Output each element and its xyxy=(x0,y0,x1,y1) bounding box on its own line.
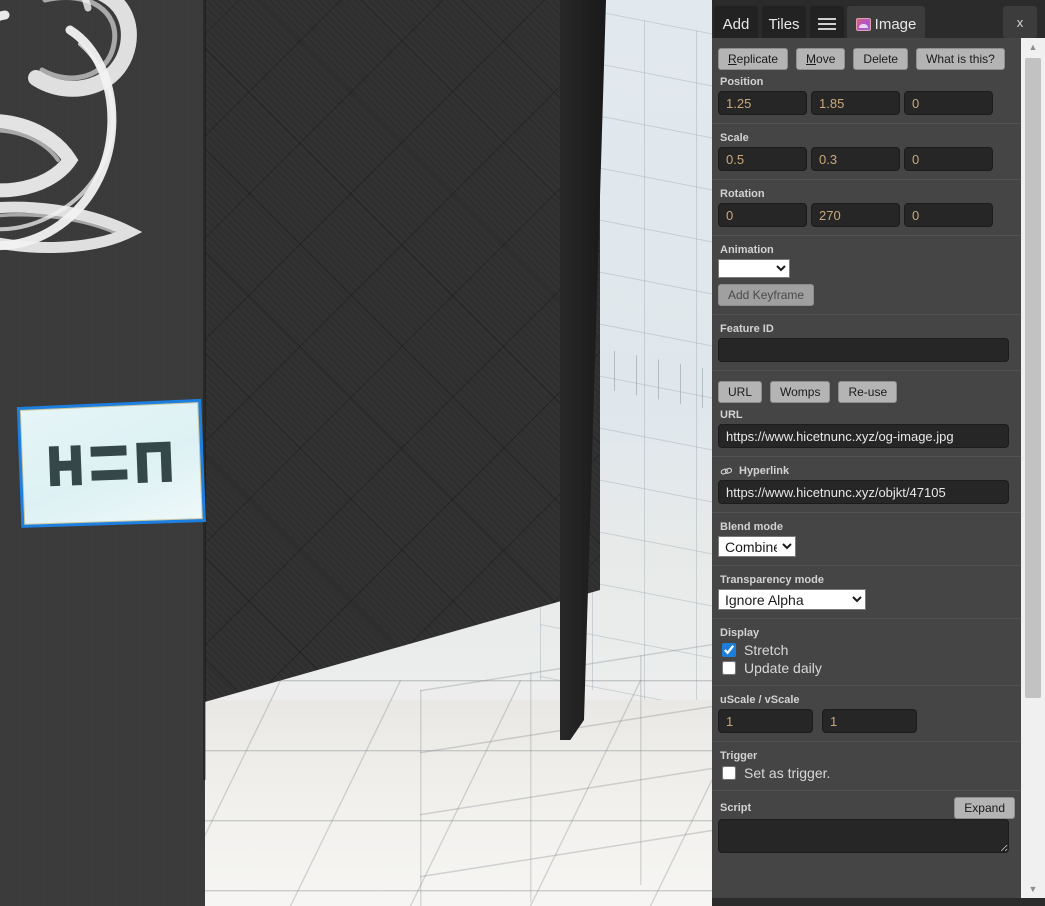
what-is-this-button[interactable]: What is this? xyxy=(916,48,1005,70)
section-transform-position: Replicate Move Delete What is this? Posi… xyxy=(712,38,1021,124)
delete-button[interactable]: Delete xyxy=(853,48,909,70)
url-input[interactable] xyxy=(718,424,1009,448)
image-icon xyxy=(855,17,871,31)
move-button[interactable]: Move xyxy=(796,48,846,70)
uv-scale-label: uScale / vScale xyxy=(720,694,800,706)
update-daily-row[interactable]: Update daily xyxy=(722,660,1015,676)
tab-image[interactable]: Image xyxy=(847,6,925,42)
transparency-mode-label: Transparency mode xyxy=(720,574,824,586)
panel-scrollbar[interactable]: ▲ ▼ xyxy=(1021,38,1045,898)
object-properties-panel: Add Tiles Image x Replicate Move Delete … xyxy=(712,0,1045,906)
section-uv-scale: uScale / vScale xyxy=(712,686,1021,742)
section-source-url: URL Womps Re-use URL xyxy=(712,371,1021,457)
rotation-label: Rotation xyxy=(720,188,765,200)
app-root: Add Tiles Image x Replicate Move Delete … xyxy=(0,0,1045,906)
stretch-label: Stretch xyxy=(744,642,789,658)
scroll-down-arrow-icon[interactable]: ▼ xyxy=(1021,880,1045,898)
section-scale: Scale xyxy=(712,124,1021,180)
position-fields xyxy=(718,91,1015,115)
transparency-mode-select[interactable]: Ignore Alpha xyxy=(718,589,866,610)
scrollbar-thumb[interactable] xyxy=(1025,58,1041,698)
scale-x-input[interactable] xyxy=(718,147,807,171)
close-icon: x xyxy=(1016,14,1024,30)
rotation-y-input[interactable] xyxy=(811,203,900,227)
animation-select[interactable] xyxy=(718,259,790,278)
womps-source-button[interactable]: Womps xyxy=(770,381,831,403)
section-display: Display Stretch Update daily xyxy=(712,619,1021,686)
position-label: Position xyxy=(720,76,764,88)
link-icon xyxy=(720,467,733,475)
section-transparency-mode: Transparency mode Ignore Alpha xyxy=(712,566,1021,619)
blend-mode-select[interactable]: Combine xyxy=(718,536,796,557)
url-source-button[interactable]: URL xyxy=(718,381,763,403)
scene-swirl-artwork xyxy=(0,0,143,254)
section-rotation: Rotation xyxy=(712,180,1021,236)
hamburger-icon xyxy=(818,18,836,30)
section-feature-id: Feature ID xyxy=(712,315,1021,371)
feature-id-input[interactable] xyxy=(718,338,1009,362)
section-animation: Animation Add Keyframe xyxy=(712,236,1021,315)
hyperlink-label-row: Hyperlink xyxy=(720,465,1015,477)
rotation-z-input[interactable] xyxy=(904,203,993,227)
update-daily-label: Update daily xyxy=(744,660,822,676)
tab-menu[interactable] xyxy=(810,6,844,42)
scale-label: Scale xyxy=(720,132,749,144)
feature-id-label: Feature ID xyxy=(720,323,774,335)
url-label: URL xyxy=(720,409,743,421)
display-label: Display xyxy=(720,627,760,639)
uv-scale-fields xyxy=(718,709,1015,733)
script-label: Script xyxy=(720,801,752,814)
move-accelerator: M xyxy=(806,52,817,66)
scale-z-input[interactable] xyxy=(904,147,993,171)
scale-fields xyxy=(718,147,1015,171)
replicate-accelerator: R xyxy=(728,52,737,66)
source-buttons: URL Womps Re-use xyxy=(718,377,1015,407)
expand-script-button[interactable]: Expand xyxy=(954,797,1015,819)
add-keyframe-button[interactable]: Add Keyframe xyxy=(718,284,815,306)
section-blend-mode: Blend mode Combine xyxy=(712,513,1021,566)
update-daily-checkbox[interactable] xyxy=(722,661,736,675)
scale-y-input[interactable] xyxy=(811,147,900,171)
panel-tab-bar: Add Tiles Image xyxy=(712,6,1045,42)
stretch-row[interactable]: Stretch xyxy=(722,642,1015,658)
blend-mode-label: Blend mode xyxy=(720,521,783,533)
close-panel-button[interactable]: x xyxy=(1003,6,1037,38)
replicate-label: eplicate xyxy=(736,52,779,66)
3d-viewport[interactable] xyxy=(0,0,712,906)
trigger-label: Trigger xyxy=(720,750,758,762)
script-textarea[interactable] xyxy=(718,819,1009,853)
section-trigger: Trigger Set as trigger. xyxy=(712,742,1021,791)
hen-logo xyxy=(48,441,172,487)
position-y-input[interactable] xyxy=(811,91,900,115)
panel-content: Replicate Move Delete What is this? Posi… xyxy=(712,38,1021,898)
reuse-source-button[interactable]: Re-use xyxy=(838,381,898,403)
section-hyperlink: Hyperlink xyxy=(712,457,1021,513)
selected-image-plane[interactable] xyxy=(16,398,206,528)
tab-add-label: Add xyxy=(722,15,750,33)
rotation-x-input[interactable] xyxy=(718,203,807,227)
uscale-input[interactable] xyxy=(718,709,813,733)
rotation-fields xyxy=(718,203,1015,227)
tab-tiles[interactable]: Tiles xyxy=(762,6,806,42)
set-as-trigger-row[interactable]: Set as trigger. xyxy=(722,765,1015,781)
hyperlink-label: Hyperlink xyxy=(739,465,790,477)
tab-tiles-label: Tiles xyxy=(768,15,800,33)
set-as-trigger-label: Set as trigger. xyxy=(744,765,831,781)
object-action-buttons: Replicate Move Delete What is this? xyxy=(718,44,1015,74)
set-as-trigger-checkbox[interactable] xyxy=(722,766,736,780)
position-z-input[interactable] xyxy=(904,91,993,115)
section-script: Script Expand xyxy=(712,791,1021,866)
tab-add[interactable]: Add xyxy=(714,6,758,42)
hyperlink-input[interactable] xyxy=(718,480,1009,504)
move-label: ove xyxy=(816,52,836,66)
script-header: Script Expand xyxy=(718,797,1015,819)
tab-image-label: Image xyxy=(874,15,917,33)
stretch-checkbox[interactable] xyxy=(722,643,736,657)
position-x-input[interactable] xyxy=(718,91,807,115)
animation-label: Animation xyxy=(720,244,774,256)
replicate-button[interactable]: Replicate xyxy=(718,48,789,70)
scroll-up-arrow-icon[interactable]: ▲ xyxy=(1021,38,1045,56)
vscale-input[interactable] xyxy=(822,709,917,733)
